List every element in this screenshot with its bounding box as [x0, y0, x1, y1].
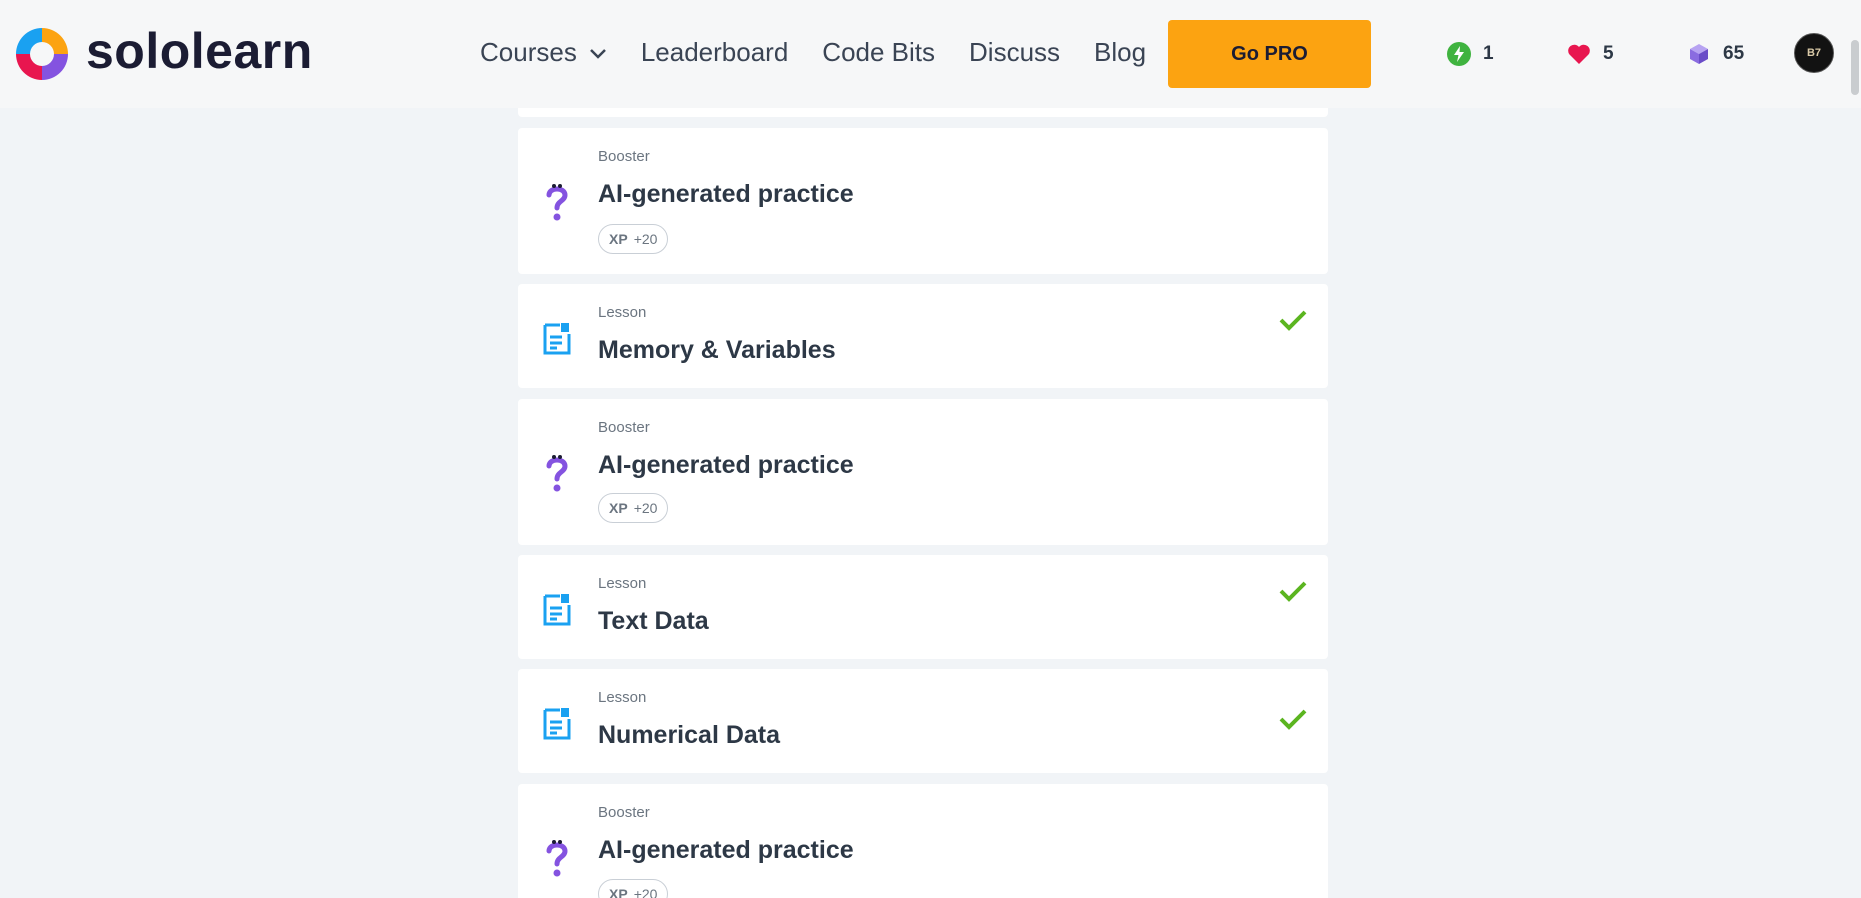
nav-discuss[interactable]: Discuss — [969, 32, 1060, 72]
xp-value: +20 — [633, 886, 658, 898]
question-mark-icon — [546, 455, 568, 492]
page-scrollbar[interactable] — [1851, 40, 1859, 95]
nav-courses-label: Courses — [480, 37, 577, 67]
gem-cube-icon — [1690, 44, 1708, 64]
checkmark-icon — [1279, 709, 1307, 730]
item-type-label: Lesson — [598, 304, 647, 321]
lightning-icon — [1447, 42, 1471, 66]
nav-blog[interactable]: Blog — [1094, 32, 1146, 72]
checkmark-icon — [1279, 310, 1307, 331]
nav-leaderboard[interactable]: Leaderboard — [641, 32, 788, 72]
hearts-counter[interactable]: 5 — [1566, 40, 1614, 68]
xp-badge: XP +20 — [598, 879, 669, 898]
list-item-lesson[interactable]: Lesson Text Data — [518, 555, 1328, 659]
streak-count: 1 — [1483, 43, 1494, 64]
xp-badge: XP +20 — [598, 493, 669, 523]
item-type-label: Booster — [598, 419, 650, 436]
gems-count: 65 — [1723, 43, 1745, 64]
list-item-lesson[interactable]: Lesson Numerical Data — [518, 669, 1328, 773]
avatar[interactable]: B7 — [1794, 33, 1834, 73]
gems-counter[interactable]: 65 — [1686, 40, 1744, 68]
xp-label: XP — [609, 500, 628, 516]
question-mark-icon — [546, 840, 568, 877]
chevron-down-icon — [589, 49, 606, 59]
list-item-booster[interactable]: Booster AI-generated practice XP +20 — [518, 128, 1328, 274]
item-title: AI-generated practice — [598, 180, 854, 208]
item-type-label: Lesson — [598, 575, 647, 592]
nav-code-bits[interactable]: Code Bits — [822, 32, 935, 72]
avatar-text: B7 — [1806, 47, 1822, 59]
xp-label: XP — [609, 231, 628, 247]
xp-label: XP — [609, 886, 628, 898]
document-icon — [543, 323, 571, 355]
checkmark-icon — [1279, 581, 1307, 602]
brand-name: sololearn — [86, 23, 313, 79]
sololearn-logo-icon — [16, 28, 68, 80]
sololearn-logo[interactable]: sololearn — [12, 23, 313, 84]
question-mark-icon — [546, 184, 568, 221]
xp-badge: XP +20 — [598, 224, 669, 254]
go-pro-button[interactable]: Go PRO — [1168, 20, 1371, 88]
item-title: Text Data — [598, 607, 709, 635]
item-title: Memory & Variables — [598, 336, 836, 364]
item-title: AI-generated practice — [598, 836, 854, 864]
xp-value: +20 — [633, 500, 658, 516]
item-type-label: Lesson — [598, 689, 647, 706]
streak-counter[interactable]: 1 — [1446, 40, 1494, 68]
list-item-booster[interactable]: Booster AI-generated practice XP +20 — [518, 784, 1328, 898]
document-icon — [543, 594, 571, 626]
item-type-label: Booster — [598, 148, 650, 165]
list-item-booster[interactable]: Booster AI-generated practice XP +20 — [518, 399, 1328, 545]
heart-icon — [1568, 44, 1590, 64]
main-nav: Courses Leaderboard Code Bits Discuss Bl… — [480, 32, 1180, 72]
hearts-count: 5 — [1603, 43, 1614, 64]
nav-courses[interactable]: Courses — [480, 32, 607, 72]
document-icon — [543, 708, 571, 740]
item-title: AI-generated practice — [598, 451, 854, 479]
top-navbar: sololearn Courses Leaderboard Code Bits … — [0, 0, 1861, 108]
item-type-label: Booster — [598, 804, 650, 821]
item-title: Numerical Data — [598, 721, 781, 749]
list-item-lesson[interactable]: Lesson Memory & Variables — [518, 284, 1328, 388]
xp-value: +20 — [633, 231, 658, 247]
